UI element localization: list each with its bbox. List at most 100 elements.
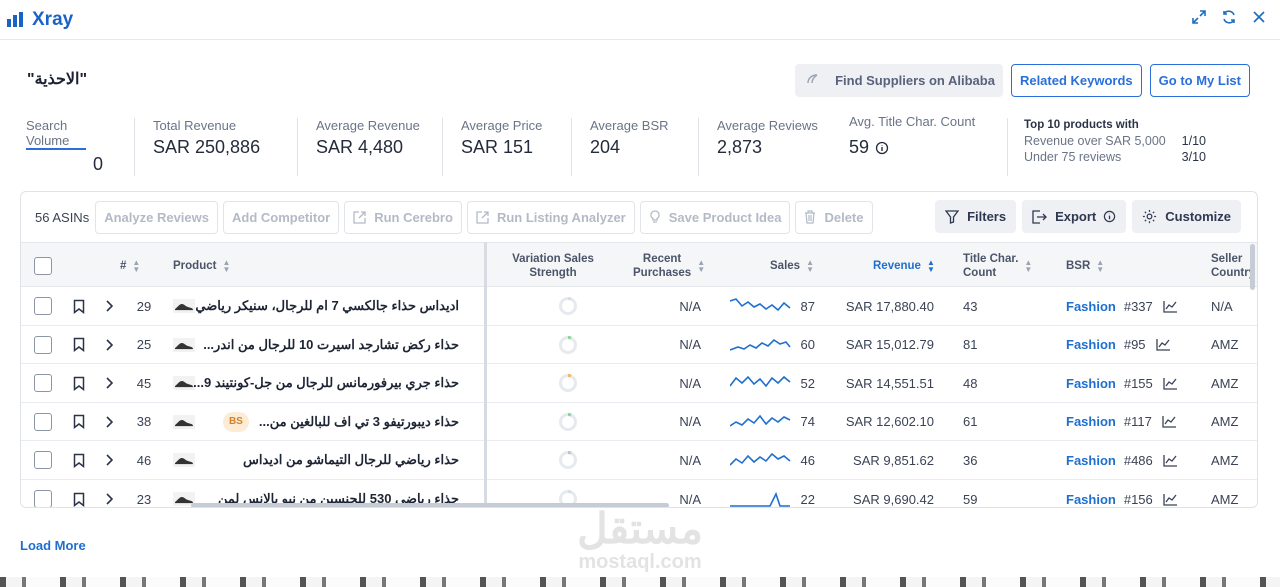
chevron-right-icon[interactable] xyxy=(105,441,113,479)
filters-button[interactable]: Filters xyxy=(935,200,1017,233)
background-strip xyxy=(0,577,1280,587)
stat-average-price: Average Price SAR 151 xyxy=(461,118,571,174)
sort-icon: ▲ ▼ xyxy=(697,257,706,274)
product-thumbnail[interactable] xyxy=(173,364,195,402)
col-bsr[interactable]: BSR ▲ ▼ xyxy=(1066,243,1104,288)
chevron-right-icon[interactable] xyxy=(105,480,113,507)
col-title-char-count[interactable]: Title Char. Count ▲ ▼ xyxy=(963,243,1032,288)
row-checkbox[interactable] xyxy=(34,374,52,393)
top10-revenue-value: 1/10 xyxy=(1181,134,1206,148)
refresh-icon[interactable] xyxy=(1220,8,1238,26)
chevron-right-icon[interactable] xyxy=(105,364,113,402)
variation-strength-ring xyxy=(558,364,578,402)
stat-value: SAR 151 xyxy=(461,137,534,157)
bsr-category-link[interactable]: Fashion xyxy=(1066,337,1116,352)
go-to-my-list-button[interactable]: Go to My List xyxy=(1149,64,1250,97)
product-title[interactable]: حذاء رياضي للرجال التيماشو من اديداس xyxy=(243,452,459,468)
trend-chart-icon[interactable] xyxy=(1163,377,1178,390)
stat-average-reviews: Average Reviews 2,873 xyxy=(717,118,849,174)
table-row[interactable]: 29 اديداس حذاء جالكسي 7 ام للرجال، سنيكر… xyxy=(21,287,1257,326)
sales-sparkline xyxy=(730,480,792,507)
delete-button[interactable]: Delete xyxy=(795,200,873,234)
customize-label: Customize xyxy=(1165,209,1231,224)
trend-chart-icon[interactable] xyxy=(1155,338,1171,351)
chevron-right-icon[interactable] xyxy=(105,403,113,441)
trend-chart-icon[interactable] xyxy=(1163,300,1178,313)
product-thumbnail[interactable] xyxy=(173,326,195,364)
bookmark-icon[interactable] xyxy=(73,326,85,364)
product-thumbnail[interactable] xyxy=(173,403,195,441)
bsr-category-link[interactable]: Fashion xyxy=(1066,453,1116,468)
row-checkbox[interactable] xyxy=(34,412,52,431)
bsr-category-link[interactable]: Fashion xyxy=(1066,376,1116,391)
seller-country: AMZ xyxy=(1211,491,1239,507)
expand-icon[interactable] xyxy=(1190,8,1208,26)
product-title[interactable]: حذاء ديبورتيفو 3 تي اف للبالغين من... xyxy=(259,414,459,430)
bsr-category-link[interactable]: Fashion xyxy=(1066,299,1116,314)
related-keywords-button[interactable]: Related Keywords xyxy=(1010,64,1142,97)
customize-button[interactable]: Customize xyxy=(1132,200,1241,233)
product-title[interactable]: حذاء ركض تشارجد اسيرت 10 للرجال من اندر.… xyxy=(203,337,459,353)
run-listing-analyzer-button[interactable]: Run Listing Analyzer xyxy=(466,200,635,234)
table-row[interactable]: 25 حذاء ركض تشارجد اسيرت 10 للرجال من ان… xyxy=(21,326,1257,365)
close-icon[interactable] xyxy=(1250,8,1268,26)
save-product-idea-label: Save Product Idea xyxy=(668,209,782,225)
find-suppliers-button[interactable]: Find Suppliers on Alibaba xyxy=(795,64,1003,97)
sales-value: 74 xyxy=(800,414,815,430)
col-number[interactable]: # ▲ ▼ xyxy=(120,243,140,288)
col-sales[interactable]: Sales ▲ ▼ xyxy=(770,243,814,288)
recent-purchases: N/A xyxy=(679,452,701,468)
row-checkbox[interactable] xyxy=(34,451,52,470)
product-thumbnail[interactable] xyxy=(173,287,195,325)
top10-revenue-label: Revenue over SAR 5,000 xyxy=(1024,134,1166,148)
sales-value: 22 xyxy=(800,491,815,507)
underline xyxy=(26,148,86,150)
trend-chart-icon[interactable] xyxy=(1162,415,1177,428)
add-competitor-button[interactable]: Add Competitor xyxy=(222,200,340,234)
row-checkbox[interactable] xyxy=(34,335,52,354)
col-seller-country: Seller Country xyxy=(1211,252,1256,279)
col-product[interactable]: Product ▲ ▼ xyxy=(173,243,230,288)
title-char-count: 43 xyxy=(963,298,978,314)
stats-bar: Search Volume 0 Total Revenue SAR 250,88… xyxy=(26,114,1224,176)
chevron-right-icon[interactable] xyxy=(105,326,113,364)
bsr-rank: #117 xyxy=(1123,414,1152,430)
sort-desc-icon: ▲ ▼ xyxy=(926,257,935,274)
info-icon[interactable] xyxy=(1103,210,1116,223)
bookmark-icon[interactable] xyxy=(73,480,85,507)
save-product-idea-button[interactable]: Save Product Idea xyxy=(639,200,791,234)
bookmark-icon[interactable] xyxy=(73,403,85,441)
bookmark-icon[interactable] xyxy=(73,441,85,479)
bookmark-icon[interactable] xyxy=(73,287,85,325)
col-revenue[interactable]: Revenue ▲ ▼ xyxy=(873,243,935,288)
run-cerebro-button[interactable]: Run Cerebro xyxy=(344,200,462,234)
table-row[interactable]: 46 حذاء رياضي للرجال التيماشو من اديداس … xyxy=(21,441,1257,480)
table-row[interactable]: 38 BS حذاء ديبورتيفو 3 تي اف للبالغين من… xyxy=(21,403,1257,442)
trend-chart-icon[interactable] xyxy=(1163,454,1178,467)
bsr-rank: #156 xyxy=(1123,491,1153,507)
chevron-right-icon[interactable] xyxy=(105,287,113,325)
stat-label: Total Revenue xyxy=(153,118,237,133)
row-checkbox[interactable] xyxy=(34,490,52,507)
row-checkbox[interactable] xyxy=(34,297,52,315)
product-thumbnail[interactable] xyxy=(173,441,195,479)
sort-icon: ▲ ▼ xyxy=(132,257,141,274)
select-all-checkbox[interactable] xyxy=(34,256,52,275)
stat-value: 0 xyxy=(93,154,104,174)
export-button[interactable]: Export xyxy=(1022,200,1127,233)
product-title[interactable]: اديداس حذاء جالكسي 7 ام للرجال، سنيكر ري… xyxy=(195,298,459,314)
col-recent-purchases[interactable]: Recent Purchases ▲ ▼ xyxy=(633,243,705,288)
delete-label: Delete xyxy=(824,209,864,225)
stat-label: Average Revenue xyxy=(316,118,420,133)
table-row[interactable]: 45 حذاء جري بيرفورمانس للرجال من جل-كونت… xyxy=(21,364,1257,403)
bsr-category-link[interactable]: Fashion xyxy=(1066,492,1116,507)
vertical-scrollbar[interactable] xyxy=(1250,244,1255,290)
stat-value: SAR 4,480 xyxy=(316,137,404,157)
info-icon[interactable] xyxy=(875,141,889,155)
trend-chart-icon[interactable] xyxy=(1163,493,1178,506)
load-more-link[interactable]: Load More xyxy=(20,538,86,553)
product-title[interactable]: حذاء جري بيرفورمانس للرجال من جل-كونتيند… xyxy=(193,375,459,391)
bsr-category-link[interactable]: Fashion xyxy=(1066,414,1116,429)
analyze-reviews-button[interactable]: Analyze Reviews xyxy=(95,200,218,234)
bookmark-icon[interactable] xyxy=(73,364,85,402)
